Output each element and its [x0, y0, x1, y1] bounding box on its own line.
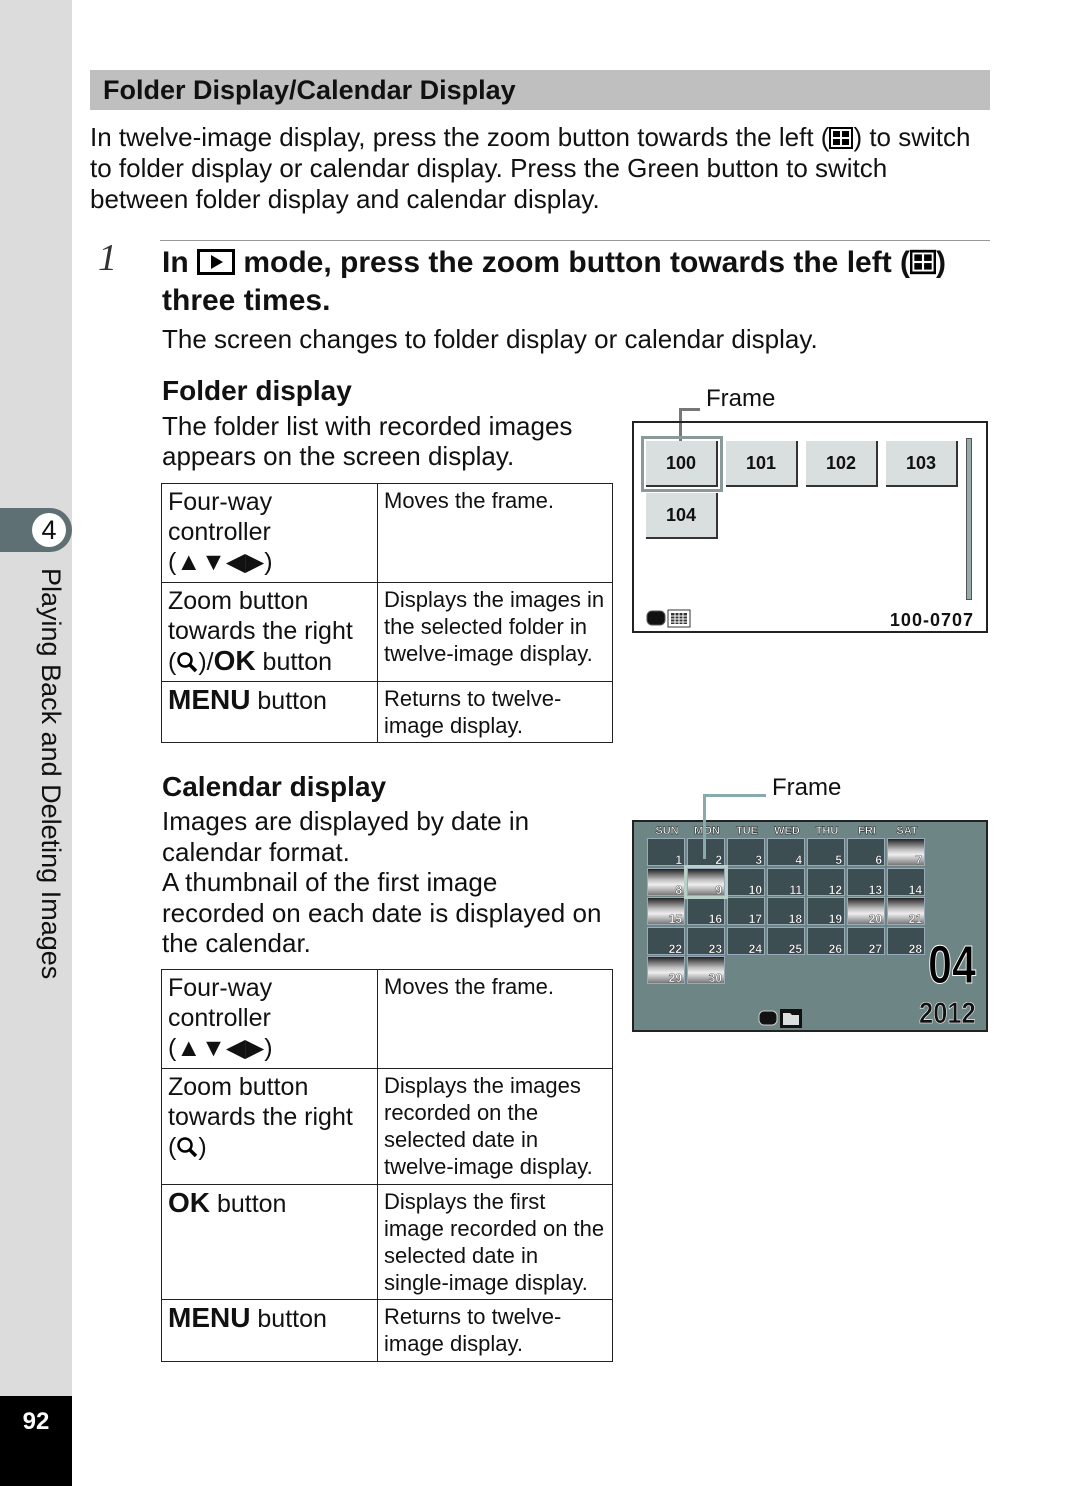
weekday-label: WED [774, 825, 800, 837]
folder-item[interactable]: 101 [726, 441, 798, 487]
table-row: OK button Displays the first image record… [161, 1184, 613, 1300]
chapter-number: 4 [32, 513, 66, 547]
table-row: Zoom button towards the right() Displays … [161, 1068, 613, 1185]
weekday-label: SUN [655, 825, 679, 837]
folder-display-heading: Folder display [162, 375, 352, 406]
calendar-day[interactable]: 8 [647, 867, 685, 897]
table-row: MENU button Returns to twelve-image displ… [161, 681, 613, 743]
calendar-day[interactable]: 7 [887, 838, 925, 867]
grid-icon [910, 249, 937, 275]
step-instruction: In mode, press the zoom button towards t… [162, 246, 947, 317]
magnify-icon [177, 652, 198, 673]
calendar-year: 2012 [919, 997, 976, 1031]
display-mode-icon [646, 609, 691, 628]
divider [160, 240, 990, 241]
calendar-day[interactable]: 30 [687, 956, 725, 985]
folder-screen: 100 101 102 103 104 100-0707 [632, 421, 988, 633]
table-row: Four-way controller (▲▼◀▶) Moves the frame… [161, 969, 613, 1069]
scrollbar [966, 438, 972, 600]
calendar-day[interactable]: 17 [727, 897, 765, 926]
magnify-icon [177, 1137, 198, 1158]
calendar-day[interactable]: 14 [887, 867, 925, 897]
calendar-month: 04 [927, 935, 977, 996]
calendar-day[interactable]: 4 [767, 838, 805, 867]
calendar-day[interactable]: 22 [647, 926, 685, 956]
folder-display-desc: The folder list with recorded images app… [162, 411, 573, 471]
grid-icon [829, 127, 854, 149]
calendar-day[interactable]: 21 [887, 897, 925, 926]
folder-item[interactable]: 100 [641, 436, 723, 492]
calendar-controls-table: Four-way controller (▲▼◀▶) Moves the frame… [161, 969, 613, 1362]
calendar-day[interactable]: 29 [647, 956, 685, 985]
calendar-day[interactable]: 28 [887, 926, 925, 956]
weekday-label: THU [815, 825, 839, 837]
weekday-label: FRI [858, 825, 876, 837]
frame-label: Frame [706, 385, 776, 412]
calendar-display-desc: Images are displayed by date in calendar… [162, 806, 602, 958]
calendar-day[interactable]: 19 [807, 897, 845, 926]
table-row: Four-way controller (▲▼◀▶) Moves the frame… [161, 483, 613, 583]
page-number: 92 [0, 1396, 72, 1486]
calendar-day[interactable]: 24 [727, 926, 765, 956]
folder-controls-table: Four-way controller (▲▼◀▶) Moves the frame… [161, 483, 613, 743]
calendar-day[interactable]: 5 [807, 838, 845, 867]
calendar-day[interactable]: 26 [807, 926, 845, 956]
frame-label: Frame [772, 774, 842, 801]
calendar-day[interactable]: 23 [687, 926, 725, 956]
calendar-day[interactable]: 1 [647, 838, 685, 867]
table-row: MENU button Returns to twelve-image displ… [161, 1299, 613, 1362]
manual-page: 4 Playing Back and Deleting Images 92 Fo… [0, 0, 1080, 1486]
calendar-day[interactable]: 20 [847, 897, 885, 926]
playback-icon [197, 249, 235, 275]
calendar-day[interactable]: 10 [727, 867, 765, 897]
weekday-label: SAT [896, 825, 918, 837]
calendar-day[interactable]: 27 [847, 926, 885, 956]
intro-text: In twelve-image display, press the zoom … [90, 122, 971, 214]
calendar-day[interactable]: 11 [767, 867, 805, 897]
display-mode-icon [758, 1009, 802, 1028]
frame-pointer [703, 794, 766, 859]
file-number: 100-0707 [889, 610, 974, 630]
calendar-display-heading: Calendar display [162, 771, 387, 802]
folder-item[interactable]: 102 [806, 441, 878, 487]
table-row: Zoom button towards the right()/OK butto… [161, 582, 613, 682]
step-result: The screen changes to folder display or … [162, 324, 818, 354]
folder-item[interactable]: 103 [886, 441, 958, 487]
calendar-day[interactable]: 18 [767, 897, 805, 926]
chapter-title: Playing Back and Deleting Images [36, 568, 66, 980]
calendar-day[interactable]: 16 [687, 897, 725, 926]
calendar-screen: SUN MON TUE WED THU FRI SAT 1 2 3 4 5 6 7 8 9 10 11 12 13 14… [632, 820, 988, 1032]
step-number: 1 [98, 237, 117, 279]
folder-item[interactable]: 104 [646, 493, 718, 539]
calendar-day[interactable]: 25 [767, 926, 805, 956]
calendar-day[interactable]: 15 [647, 897, 685, 926]
calendar-day[interactable]: 6 [847, 838, 885, 867]
section-title: Folder Display/Calendar Display [90, 70, 990, 110]
calendar-day[interactable]: 12 [807, 867, 845, 897]
calendar-day[interactable]: 13 [847, 867, 885, 897]
calendar-day[interactable]: 9 [684, 864, 728, 899]
